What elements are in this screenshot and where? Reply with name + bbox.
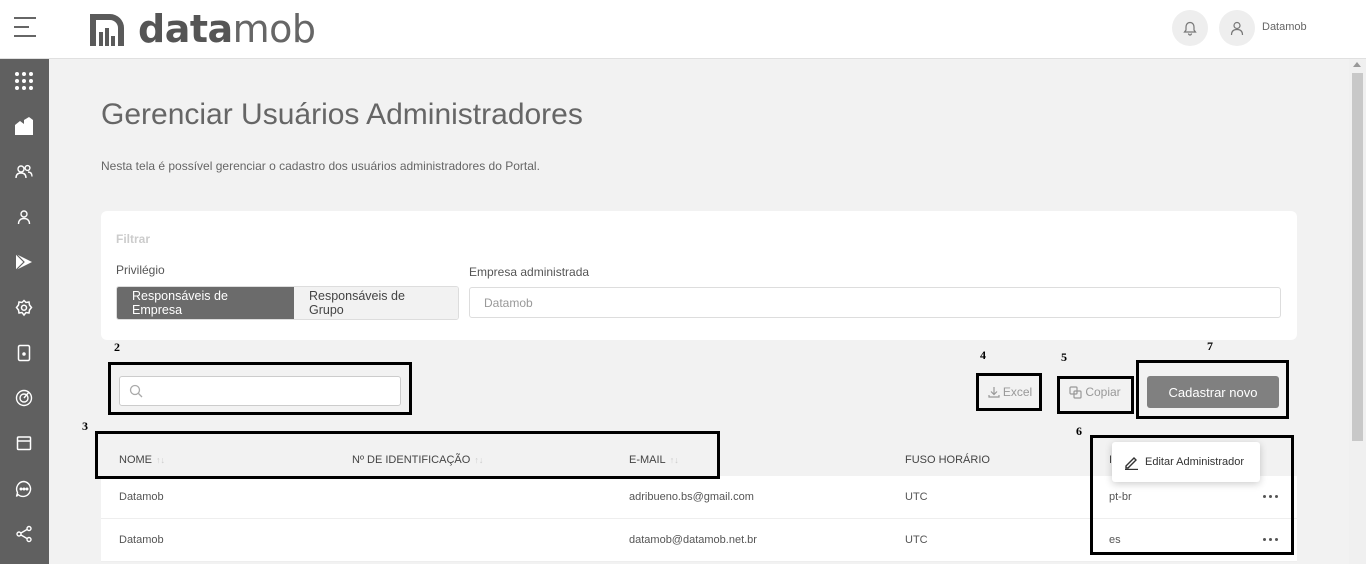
page-description: Nesta tela é possível gerenciar o cadast… (101, 159, 540, 173)
page-scrollbar[interactable] (1349, 59, 1366, 564)
annotation-box-search (108, 362, 412, 415)
play-icon[interactable] (12, 250, 36, 274)
share-icon[interactable] (12, 522, 36, 546)
cell-timezone: UTC (905, 491, 928, 503)
cell-timezone: UTC (905, 534, 928, 546)
apps-grid-icon[interactable] (12, 69, 36, 93)
annotation-label-4: 4 (980, 348, 986, 362)
privilege-option-empresa[interactable]: Responsáveis de Empresa (117, 287, 294, 319)
scroll-thumb[interactable] (1352, 73, 1363, 441)
company-input[interactable]: Datamob (469, 287, 1281, 318)
cell-name: Datamob (119, 491, 164, 503)
annotation-label-2: 2 (114, 340, 120, 354)
privilege-toggle: Responsáveis de Empresa Responsáveis de … (116, 286, 459, 320)
page-title: Gerenciar Usuários Administradores (101, 98, 583, 131)
annotation-label-6: 6 (1076, 424, 1082, 438)
notifications-bell-icon[interactable] (1172, 10, 1208, 46)
cell-name: Datamob (119, 534, 164, 546)
annotation-box-columns (95, 431, 720, 479)
filter-card: Filtrar Privilégio Responsáveis de Empre… (101, 211, 1297, 340)
annotation-label-3: 3 (82, 419, 88, 433)
cell-email: adribueno.bs@gmail.com (629, 491, 754, 503)
annotation-box-actions (1090, 435, 1294, 555)
annotation-label-5: 5 (1061, 350, 1067, 364)
target-icon[interactable] (12, 386, 36, 410)
logo-mark (90, 14, 124, 46)
annotation-box-new (1136, 360, 1289, 419)
cell-email: datamob@datamob.net.br (629, 534, 757, 546)
company-label: Empresa administrada (469, 265, 590, 279)
buildings-icon[interactable] (12, 114, 36, 138)
filter-title: Filtrar (116, 232, 151, 246)
chat-icon[interactable] (12, 477, 36, 501)
sidebar (0, 59, 49, 564)
users-icon[interactable] (12, 160, 36, 184)
annotation-box-excel (976, 373, 1042, 411)
privilege-label: Privilégio (116, 263, 165, 277)
user-icon[interactable] (12, 205, 36, 229)
tablet-icon[interactable] (12, 341, 36, 365)
logo-text-bold: data (138, 7, 233, 51)
column-header-fuso-horario: FUSO HORÁRIO (905, 454, 990, 466)
privilege-option-grupo[interactable]: Responsáveis de Grupo (294, 287, 458, 319)
logo-text-light: mob (232, 7, 316, 51)
top-bar: datamob Datamob (0, 0, 1366, 59)
scroll-up-arrow-icon[interactable] (1353, 62, 1361, 67)
annotation-box-copy (1057, 376, 1134, 414)
settings-icon[interactable] (12, 296, 36, 320)
datamob-logo[interactable]: datamob (88, 9, 316, 49)
username-label[interactable]: Datamob (1262, 21, 1307, 33)
annotation-label-7: 7 (1207, 339, 1213, 353)
calendar-icon[interactable] (12, 431, 36, 455)
menu-icon[interactable] (14, 17, 36, 39)
user-avatar-icon[interactable] (1219, 10, 1255, 46)
